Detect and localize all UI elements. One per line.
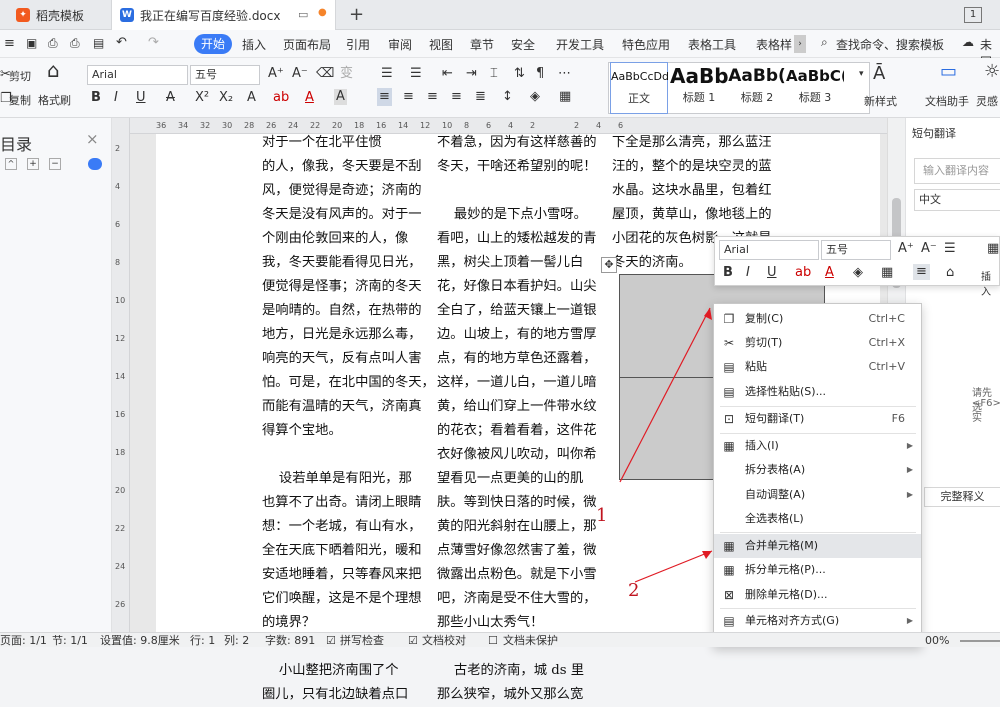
status-section: 节: 1/1 <box>52 634 88 647</box>
arrow-1 <box>619 307 711 483</box>
annotation-label-2: 2 <box>628 580 640 601</box>
status-bar: 页面: 1/1 节: 1/1 设置值: 9.8厘米 行: 1 列: 2 字数: … <box>0 632 1000 647</box>
status-page[interactable]: 页面: 1/1 <box>0 633 47 648</box>
status-row: 行: 1 <box>190 634 216 647</box>
status-proofread[interactable]: 文档校对 <box>422 633 466 648</box>
status-setting: 设置值: 9.8厘米 <box>100 634 180 647</box>
status-protection[interactable]: 文档未保护 <box>503 633 558 648</box>
spell-check-icon[interactable]: ☑ <box>326 633 336 648</box>
proofread-icon[interactable]: ☑ <box>408 633 418 648</box>
status-zoom[interactable]: 00% <box>925 633 949 648</box>
status-word-count[interactable]: 字数: 891 <box>265 633 315 648</box>
status-spell-check[interactable]: 拼写检查 <box>340 633 384 648</box>
annotation-arrows <box>619 307 713 583</box>
annotation-label-1: 1 <box>596 505 608 526</box>
arrow-2 <box>634 550 713 583</box>
zoom-slider[interactable] <box>960 640 1000 642</box>
protect-icon[interactable]: ☐ <box>488 633 498 648</box>
status-col: 列: 2 <box>224 634 250 647</box>
